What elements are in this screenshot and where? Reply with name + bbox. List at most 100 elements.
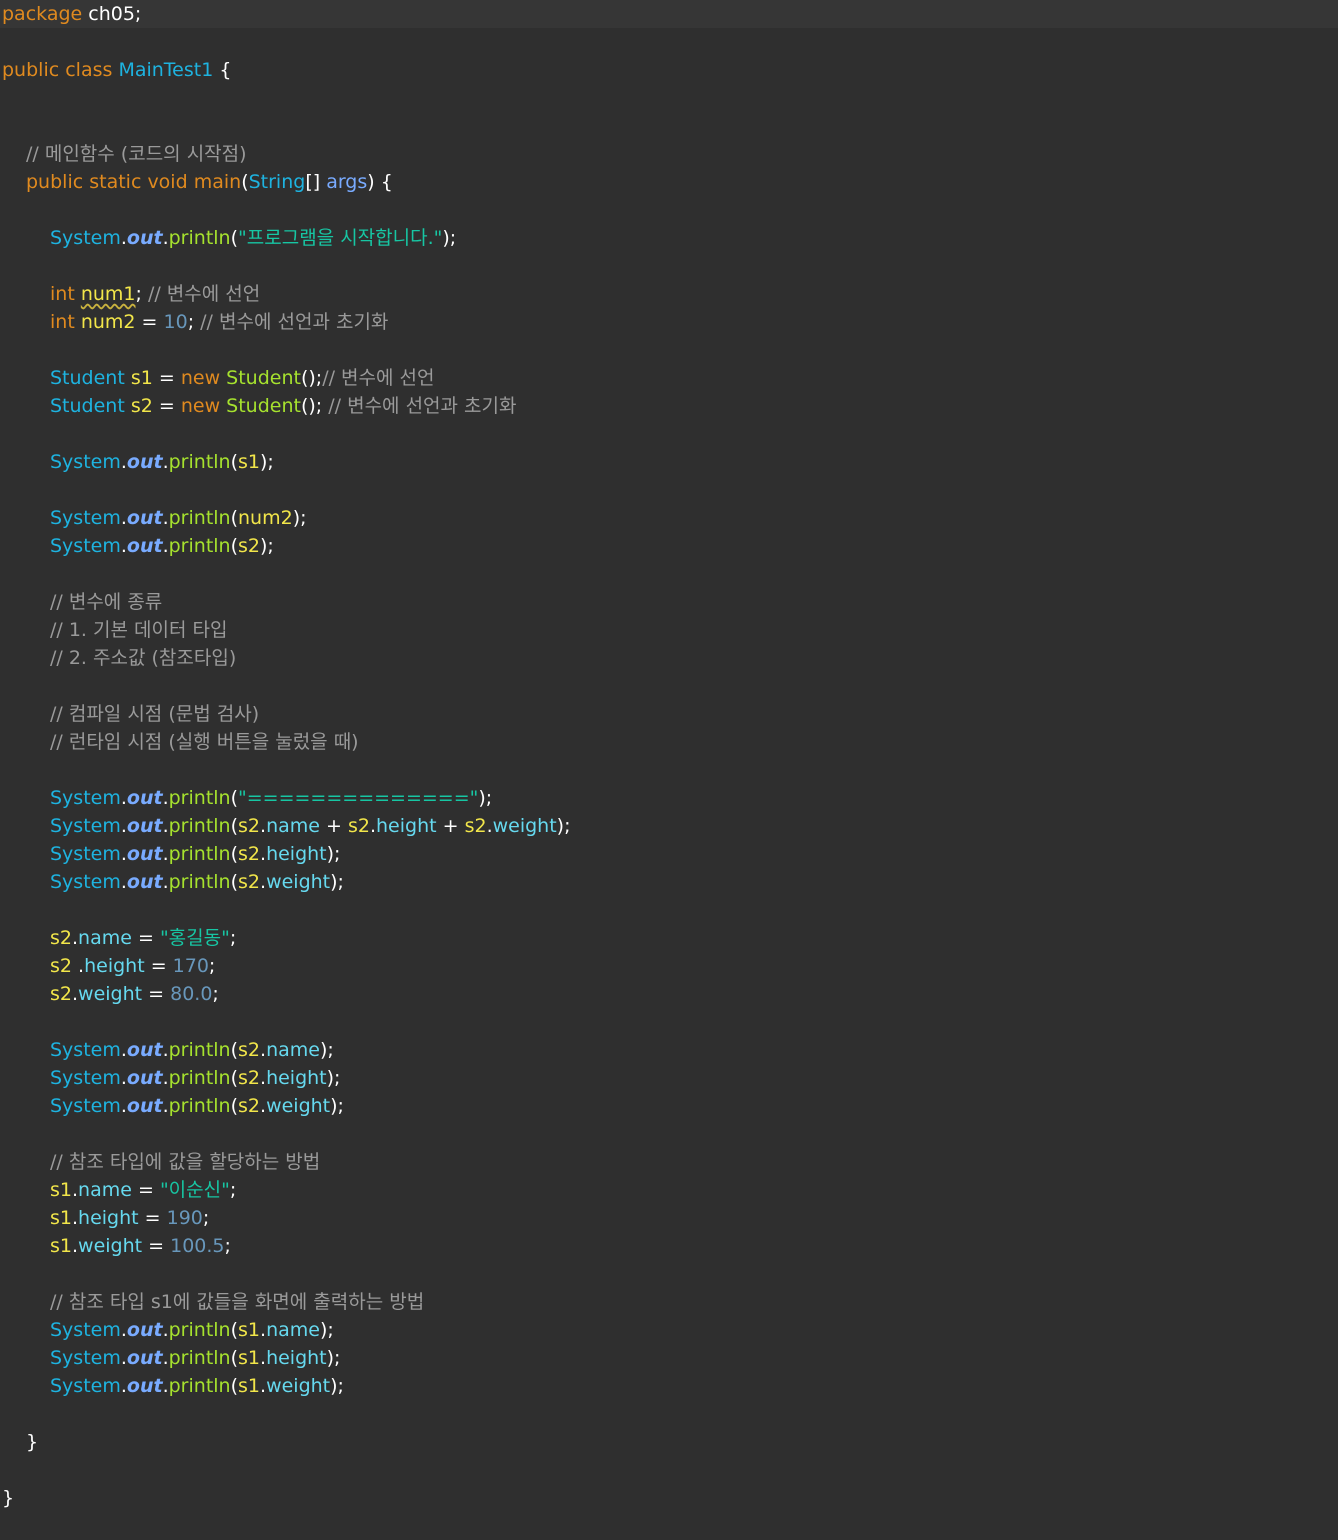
code-line[interactable]: System.out.println(s2.name); (0, 1036, 1338, 1064)
code-line[interactable]: int num2 = 10; // 변수에 선언과 초기화 (0, 308, 1338, 336)
method-token: println (168, 871, 231, 893)
keyword-token: int (50, 311, 75, 333)
number-token: 100.5 (170, 1235, 225, 1257)
code-token: + (436, 815, 465, 837)
code-line[interactable]: System.out.println(s1.name); (0, 1316, 1338, 1344)
code-line[interactable]: System.out.println(s1.weight); (0, 1372, 1338, 1400)
code-token: ; (135, 283, 148, 305)
field-token: height (78, 1207, 139, 1229)
code-editor[interactable]: package ch05; public class MainTest1 { /… (0, 0, 1338, 1540)
code-line[interactable]: // 런타임 시점 (실행 버튼을 눌렀을 때) (0, 728, 1338, 756)
method-token: println (168, 1039, 231, 1061)
code-token: ( (230, 1039, 239, 1061)
field-token: weight (266, 871, 331, 893)
code-line[interactable]: System.out.println(s2); (0, 532, 1338, 560)
code-token: { (213, 59, 232, 81)
code-line[interactable]: System.out.println(s2.weight); (0, 1092, 1338, 1120)
code-token: (); (300, 395, 329, 417)
field-token: weight (492, 815, 557, 837)
code-line[interactable]: Student s1 = new Student();// 변수에 선언 (0, 364, 1338, 392)
code-line[interactable]: // 변수에 종류 (0, 588, 1338, 616)
static-field-token: out (126, 1347, 163, 1369)
method-token: Student (226, 395, 301, 417)
field-token: height (84, 955, 145, 977)
code-token: ( (230, 535, 239, 557)
number-token: 80.0 (170, 983, 213, 1005)
code-token: ) { (367, 171, 393, 193)
type-token: System (50, 1319, 121, 1341)
class-name-token: MainTest1 (118, 59, 214, 81)
field-token: name (78, 927, 132, 949)
code-line[interactable]: System.out.println(s2.weight); (0, 868, 1338, 896)
code-line[interactable]: } (0, 1484, 1338, 1512)
field-token: weight (266, 1375, 331, 1397)
code-line[interactable]: System.out.println("=============="); (0, 784, 1338, 812)
number-token: 10 (163, 311, 188, 333)
method-token: println (168, 1319, 231, 1341)
variable-token: num2 (238, 507, 293, 529)
code-line[interactable]: s2.weight = 80.0; (0, 980, 1338, 1008)
method-token: println (168, 1095, 231, 1117)
type-token: System (50, 1095, 121, 1117)
type-token: Student (50, 395, 125, 417)
code-line[interactable]: // 2. 주소값 (참조타입) (0, 644, 1338, 672)
code-line[interactable]: Student s2 = new Student(); // 변수에 선언과 초… (0, 392, 1338, 420)
code-token: ( (230, 787, 239, 809)
code-line[interactable]: s2 .height = 170; (0, 952, 1338, 980)
static-field-token: out (126, 787, 163, 809)
type-token: System (50, 1347, 121, 1369)
code-line[interactable]: System.out.println(s2.height); (0, 840, 1338, 868)
code-line[interactable]: System.out.println(s2.name + s2.height +… (0, 812, 1338, 840)
code-token: ( (230, 1375, 239, 1397)
field-token: weight (78, 1235, 143, 1257)
method-token: println (168, 843, 231, 865)
code-token: ); (330, 871, 344, 893)
code-line[interactable]: } (0, 1428, 1338, 1456)
code-line[interactable]: System.out.println(s1); (0, 448, 1338, 476)
keyword-token: class (65, 59, 113, 81)
code-line[interactable]: System.out.println(s2.height); (0, 1064, 1338, 1092)
code-line[interactable]: System.out.println(s1.height); (0, 1344, 1338, 1372)
keyword-token: package (2, 3, 83, 25)
code-token: = (152, 367, 181, 389)
code-token: ); (326, 1067, 341, 1089)
code-line[interactable]: // 1. 기본 데이터 타입 (0, 616, 1338, 644)
code-token: ); (326, 1347, 341, 1369)
variable-token: s2 (238, 1095, 261, 1117)
code-line[interactable]: System.out.println(num2); (0, 504, 1338, 532)
comment-token: // 2. 주소값 (참조타입) (50, 647, 237, 669)
code-line[interactable]: s1.height = 190; (0, 1204, 1338, 1232)
code-line[interactable]: // 참조 타입에 값을 할당하는 방법 (0, 1148, 1338, 1176)
code-line[interactable]: System.out.println("프로그램을 시작합니다."); (0, 224, 1338, 252)
code-line[interactable]: // 참조 타입 s1에 값들을 화면에 출력하는 방법 (0, 1288, 1338, 1316)
code-line[interactable]: // 메인함수 (코드의 시작점) (0, 140, 1338, 168)
code-token: ; (202, 1207, 210, 1229)
field-token: weight (266, 1095, 331, 1117)
comment-token: // 변수에 종류 (50, 591, 163, 613)
variable-token: s1 (130, 367, 153, 389)
code-line[interactable]: s2.name = "홍길동"; (0, 924, 1338, 952)
field-token: name (266, 1319, 320, 1341)
code-token: ); (330, 1375, 344, 1397)
code-line[interactable]: public static void main(String[] args) { (0, 168, 1338, 196)
field-token: name (266, 815, 320, 837)
comment-token: // 참조 타입에 값을 할당하는 방법 (50, 1151, 321, 1173)
code-token: ( (230, 227, 239, 249)
code-token: = (144, 955, 173, 977)
type-token: System (50, 507, 121, 529)
field-token: name (266, 1039, 320, 1061)
code-line[interactable]: s1.weight = 100.5; (0, 1232, 1338, 1260)
code-line[interactable]: public class MainTest1 { (0, 56, 1338, 84)
code-line[interactable]: // 컴파일 시점 (문법 검사) (0, 700, 1338, 728)
variable-token: s1 (50, 1207, 72, 1229)
method-token: println (168, 451, 231, 473)
code-token: ( (230, 815, 239, 837)
type-token: System (50, 1039, 121, 1061)
string-token: "==============" (238, 787, 479, 809)
variable-token: s1 (238, 1347, 261, 1369)
code-line[interactable]: s1.name = "이순신"; (0, 1176, 1338, 1204)
code-line[interactable]: int num1; // 변수에 선언 (0, 280, 1338, 308)
code-line[interactable]: package ch05; (0, 0, 1338, 28)
type-token: System (50, 451, 121, 473)
type-token: Student (50, 367, 125, 389)
